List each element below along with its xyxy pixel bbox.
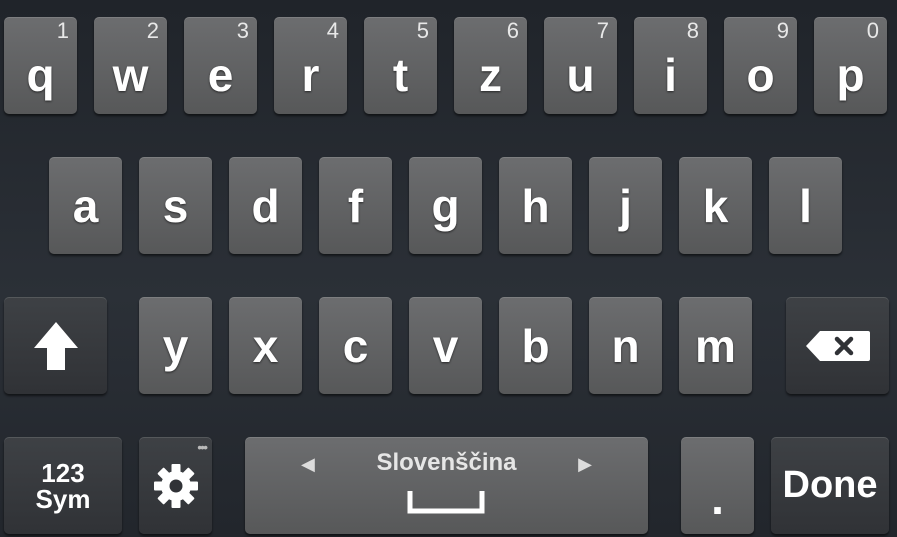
key-j[interactable]: j <box>589 157 662 254</box>
key-hint: 5 <box>416 18 429 43</box>
key-hint: 1 <box>56 18 69 43</box>
key-g[interactable]: g <box>409 157 482 254</box>
key-y[interactable]: y <box>139 297 212 394</box>
done-label: Done <box>782 464 878 506</box>
symbols-key[interactable]: 123 Sym <box>4 437 122 534</box>
period-label: . <box>711 471 724 524</box>
key-label: j <box>619 179 632 232</box>
backspace-key[interactable] <box>786 297 889 394</box>
key-hint: 6 <box>506 18 519 43</box>
key-hint: 3 <box>236 18 249 43</box>
key-label: v <box>432 319 459 372</box>
key-w[interactable]: 2 w <box>94 17 167 114</box>
key-label: n <box>611 319 640 372</box>
space-bar-icon <box>407 491 485 514</box>
key-x[interactable]: x <box>229 297 302 394</box>
key-label: q <box>26 48 55 101</box>
key-label: o <box>746 48 775 101</box>
key-label: z <box>479 48 502 101</box>
key-label: a <box>72 179 99 232</box>
symbols-key-line2: Sym <box>35 483 91 514</box>
key-k[interactable]: k <box>679 157 752 254</box>
key-d[interactable]: d <box>229 157 302 254</box>
key-label: g <box>431 179 460 232</box>
key-label: s <box>162 179 189 232</box>
key-label: r <box>301 48 320 101</box>
triangle-right-icon: ▶ <box>578 454 592 474</box>
keyboard: { "keyboard": { "row1": [ {"label": "q",… <box>0 0 897 537</box>
gear-icon <box>153 463 198 508</box>
key-label: u <box>566 48 595 101</box>
key-hint: 9 <box>776 18 789 43</box>
key-label: d <box>251 179 280 232</box>
key-label: m <box>695 319 736 372</box>
key-i[interactable]: 8 i <box>634 17 707 114</box>
symbols-key-line1: 123 <box>41 457 85 488</box>
key-hint: 8 <box>686 18 699 43</box>
key-hint: 0 <box>866 18 879 43</box>
shift-arrow-icon <box>33 321 78 370</box>
key-label: c <box>342 319 369 372</box>
key-label: f <box>347 179 364 232</box>
key-r[interactable]: 4 r <box>274 17 347 114</box>
key-p[interactable]: 0 p <box>814 17 887 114</box>
key-h[interactable]: h <box>499 157 572 254</box>
key-label: l <box>799 179 812 232</box>
backspace-icon <box>805 330 870 361</box>
key-s[interactable]: s <box>139 157 212 254</box>
shift-key[interactable] <box>4 297 107 394</box>
period-key[interactable]: . <box>681 437 754 534</box>
key-label: p <box>836 48 865 101</box>
key-label: i <box>664 48 677 101</box>
settings-key[interactable]: ••• <box>139 437 212 534</box>
key-z[interactable]: 6 z <box>454 17 527 114</box>
key-label: h <box>521 179 550 232</box>
key-hint: 4 <box>326 18 339 43</box>
key-q[interactable]: 1 q <box>4 17 77 114</box>
key-f[interactable]: f <box>319 157 392 254</box>
key-label: b <box>521 319 550 372</box>
key-o[interactable]: 9 o <box>724 17 797 114</box>
key-hint: 2 <box>146 18 159 43</box>
key-label: y <box>162 319 189 372</box>
key-v[interactable]: v <box>409 297 482 394</box>
key-t[interactable]: 5 t <box>364 17 437 114</box>
key-b[interactable]: b <box>499 297 572 394</box>
key-l[interactable]: l <box>769 157 842 254</box>
key-c[interactable]: c <box>319 297 392 394</box>
done-key[interactable]: Done <box>771 437 889 534</box>
key-label: x <box>252 319 279 372</box>
key-label: e <box>207 48 234 101</box>
key-e[interactable]: 3 e <box>184 17 257 114</box>
key-label: k <box>702 179 729 232</box>
key-label: w <box>112 48 149 101</box>
key-m[interactable]: m <box>679 297 752 394</box>
key-n[interactable]: n <box>589 297 662 394</box>
key-label: t <box>392 48 409 101</box>
key-a[interactable]: a <box>49 157 122 254</box>
more-dots-icon: ••• <box>197 439 208 455</box>
key-hint: 7 <box>596 18 609 43</box>
space-key[interactable]: ◀ Slovenščina ▶ <box>245 437 648 534</box>
key-u[interactable]: 7 u <box>544 17 617 114</box>
